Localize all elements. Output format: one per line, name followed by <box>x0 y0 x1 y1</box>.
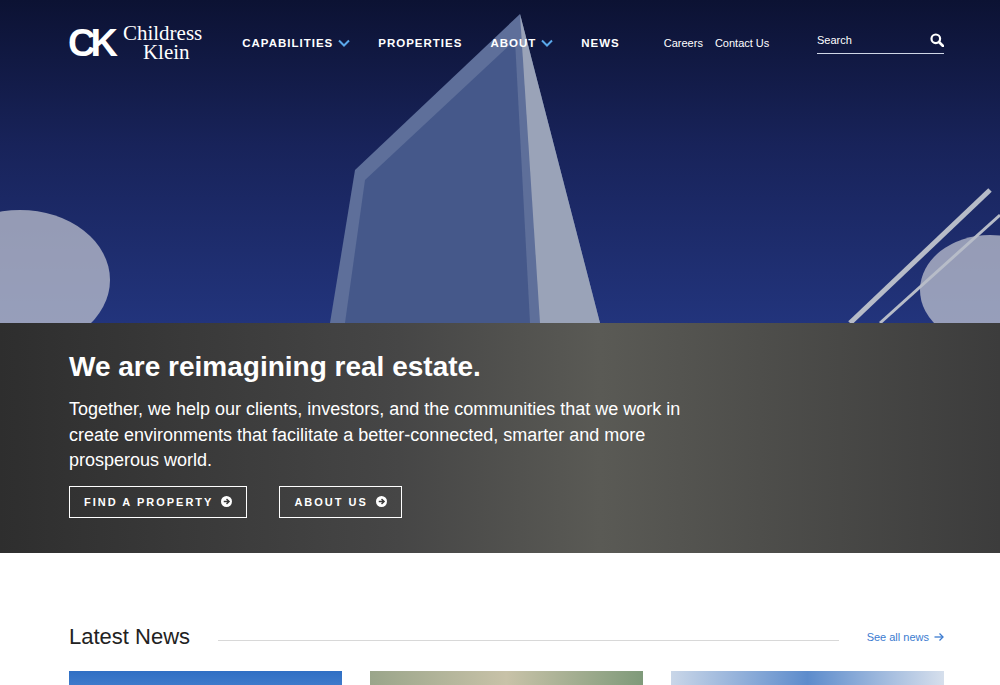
button-label: FIND A PROPERTY <box>84 496 213 508</box>
logo-mark: CK <box>68 24 119 62</box>
news-card-image[interactable] <box>671 671 944 685</box>
nav-item[interactable]: ABOUT <box>490 37 553 49</box>
hero-button[interactable]: ABOUT US <box>279 486 401 518</box>
main-nav: CAPABILITIES PROPERTIES ABOUT NEWS <box>242 37 620 49</box>
logo-words: ChildressKlein <box>123 24 202 62</box>
utility-link[interactable]: Careers <box>664 37 703 49</box>
nav-label: NEWS <box>581 37 620 49</box>
hero-title: We are reimagining real estate. <box>69 349 960 385</box>
news-section: Latest News See all news <box>0 553 1000 685</box>
logo-line: Childress <box>123 24 202 43</box>
hero-buttons: FIND A PROPERTY ABOUT US <box>69 486 960 518</box>
logo-line: Klein <box>123 43 202 62</box>
chevron-down-icon <box>541 39 553 47</box>
utility-link[interactable]: Contact Us <box>715 37 769 49</box>
hero-body: Together, we help our clients, investors… <box>69 397 729 474</box>
nav-item[interactable]: CAPABILITIES <box>242 37 350 49</box>
logo[interactable]: CKChildressKlein <box>68 24 202 62</box>
chevron-down-icon <box>338 39 350 47</box>
news-card-image[interactable] <box>370 671 643 685</box>
nav-item[interactable]: PROPERTIES <box>378 37 462 49</box>
site-header: CKChildressKlein CAPABILITIES PROPERTIES AB… <box>0 0 1000 62</box>
search-icon <box>930 33 944 47</box>
see-all-news-link[interactable]: See all news <box>867 631 944 643</box>
arrow-right-icon <box>934 632 944 642</box>
utility-nav: Careers Contact Us <box>664 37 770 49</box>
news-header: Latest News See all news <box>69 623 944 651</box>
hero-button[interactable]: FIND A PROPERTY <box>69 486 247 518</box>
nav-label: PROPERTIES <box>378 37 462 49</box>
arrow-circle-icon <box>221 496 232 507</box>
search-input[interactable] <box>817 34 930 46</box>
news-card-image[interactable] <box>69 671 342 685</box>
nav-label: CAPABILITIES <box>242 37 333 49</box>
nav-label: ABOUT <box>490 37 536 49</box>
arrow-circle-icon <box>376 496 387 507</box>
nav-item[interactable]: NEWS <box>581 37 620 49</box>
news-cards <box>69 671 944 685</box>
button-label: ABOUT US <box>294 496 367 508</box>
hero-photo-top: CKChildressKlein CAPABILITIES PROPERTIES AB… <box>0 0 1000 323</box>
divider-line <box>218 640 839 641</box>
search-box <box>817 33 944 54</box>
link-label: See all news <box>867 631 929 643</box>
news-title: Latest News <box>69 623 190 651</box>
hero-band: We are reimagining real estate. Together,… <box>0 323 1000 553</box>
